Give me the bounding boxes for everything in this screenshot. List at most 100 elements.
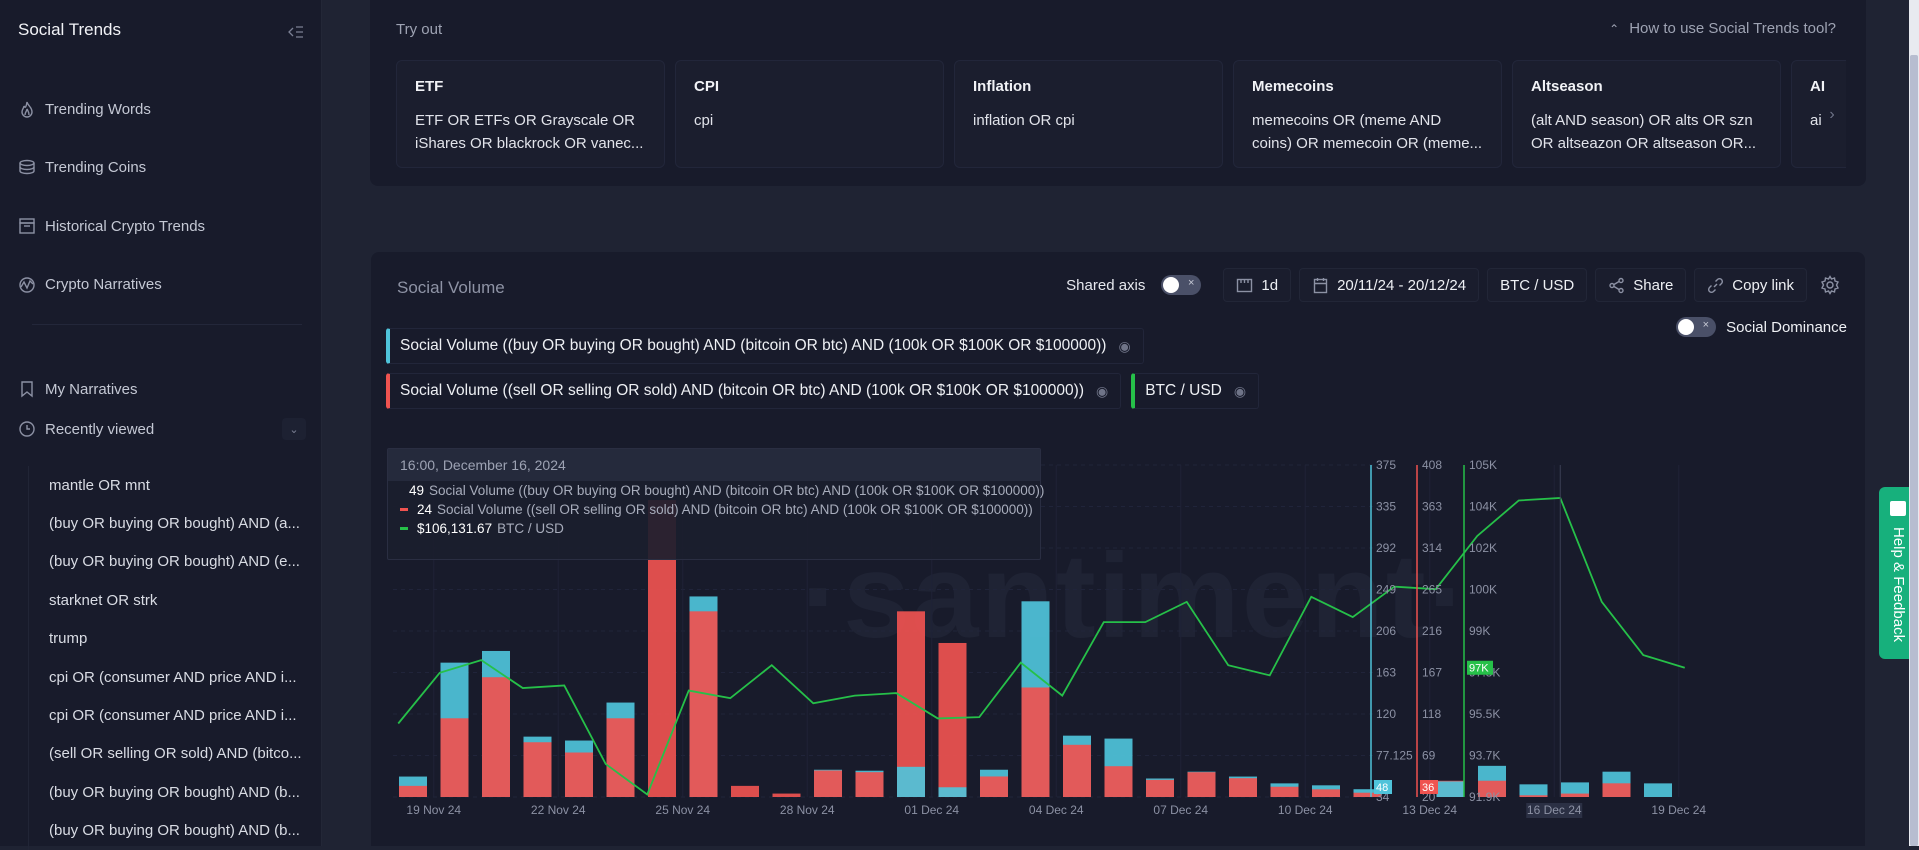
chevron-down-icon[interactable]: ⌄ <box>282 418 306 440</box>
y-tick-label: 105K <box>1469 458 1497 472</box>
bar-sell-volume <box>773 794 801 797</box>
bar-sell-volume <box>399 786 427 797</box>
x-tick-label: 16 Dec 24 <box>1527 803 1582 817</box>
card-title: Altseason <box>1531 78 1762 95</box>
y-tick-label: 314 <box>1422 541 1442 555</box>
tooltip-value: 49 <box>409 483 424 498</box>
y-tick-label: 375 <box>1376 458 1396 472</box>
bar-buy-volume <box>1520 784 1548 797</box>
card-query: ETF OR ETFs OR Grayscale OR iShares OR b… <box>415 109 646 155</box>
card-title: CPI <box>694 78 925 95</box>
y-tick-label: 292 <box>1376 541 1396 555</box>
bar-sell-volume <box>939 643 967 797</box>
try-out-cards: ETFETF OR ETFs OR Grayscale OR iShares O… <box>396 60 1846 168</box>
try-out-card[interactable]: ETFETF OR ETFs OR Grayscale OR iShares O… <box>396 60 665 168</box>
sidebar-nav: Trending Words Trending Coins Historical… <box>18 80 205 314</box>
y-tick-label: 206 <box>1376 624 1396 638</box>
how-to-use-toggle[interactable]: ⌃ How to use Social Trends tool? <box>1609 20 1836 37</box>
bar-sell-volume <box>1188 772 1216 797</box>
sidebar-item-label: Trending Words <box>45 101 151 118</box>
try-out-section: Try out ⌃ How to use Social Trends tool?… <box>370 0 1866 186</box>
tooltip-row: 24Social Volume ((sell OR selling OR sol… <box>388 500 1040 519</box>
y-tick-label: 363 <box>1422 500 1442 514</box>
x-tick-label: 28 Nov 24 <box>780 803 835 817</box>
bar-sell-volume <box>980 776 1008 797</box>
try-out-card[interactable]: Altseason(alt AND season) OR alts OR szn… <box>1512 60 1781 168</box>
recent-item[interactable]: cpi OR (consumer AND price AND i... <box>29 658 306 696</box>
current-value-badge-text: 97K <box>1469 663 1489 675</box>
recent-item[interactable]: (sell OR selling OR sold) AND (bitco... <box>29 735 306 773</box>
bar-sell-volume <box>524 742 552 797</box>
card-query: inflation OR cpi <box>973 109 1204 132</box>
y-tick-label: 91.9K <box>1469 790 1500 804</box>
recent-item[interactable]: (buy OR buying OR bought) AND (e... <box>29 543 306 581</box>
bar-sell-volume <box>690 611 718 797</box>
coins-stack-icon <box>18 159 36 177</box>
chat-icon <box>1890 501 1906 516</box>
chevron-up-icon: ⌃ <box>1609 22 1619 36</box>
recent-item[interactable]: (buy OR buying OR bought) AND (b... <box>29 812 306 850</box>
bar-sell-volume <box>1520 795 1548 797</box>
tooltip-row: 49Social Volume ((buy OR buying OR bough… <box>388 481 1040 500</box>
tooltip-label: BTC / USD <box>497 521 564 536</box>
sidebar-divider <box>32 324 302 325</box>
sidebar: Social Trends Trending Words Trending Co… <box>0 0 322 846</box>
sidebar-item-crypto-narratives[interactable]: Crypto Narratives <box>18 256 205 315</box>
recent-item[interactable]: starknet OR strk <box>29 581 306 619</box>
sidebar-item-my-narratives[interactable]: My Narratives <box>18 360 138 419</box>
series-color-marker <box>400 527 408 530</box>
bar-sell-volume <box>1022 687 1050 797</box>
y-tick-label: 104K <box>1469 500 1497 514</box>
recent-item[interactable]: trump <box>29 620 306 658</box>
bar-sell-volume <box>1561 794 1589 797</box>
try-out-card[interactable]: CPIcpi <box>675 60 944 168</box>
try-out-title: Try out <box>396 21 442 38</box>
y-tick-label: 120 <box>1376 707 1396 721</box>
x-tick-label: 07 Dec 24 <box>1153 803 1208 817</box>
y-tick-label: 99K <box>1469 624 1490 638</box>
try-out-card[interactable]: Inflation inflation OR cpi <box>954 60 1223 168</box>
series-color-marker <box>400 508 408 511</box>
sidebar-item-label: Crypto Narratives <box>45 276 162 293</box>
flame-icon <box>18 100 36 118</box>
recently-viewed-header[interactable]: Recently viewed ⌄ <box>18 418 306 440</box>
scrollbar-thumb[interactable] <box>1910 55 1918 846</box>
bar-sell-volume <box>814 770 842 797</box>
y-tick-label: 408 <box>1422 458 1442 472</box>
sidebar-item-label: Trending Coins <box>45 159 146 176</box>
bar-sell-volume <box>1146 780 1174 797</box>
social-volume-panel: Social Volume Shared axis × 1d 20/11/24 … <box>371 252 1865 846</box>
collapse-sidebar-icon[interactable] <box>282 20 310 44</box>
sidebar-item-trending-words[interactable]: Trending Words <box>18 80 205 139</box>
page-scrollbar[interactable] <box>1909 0 1919 846</box>
bar-sell-volume <box>1603 783 1631 797</box>
recent-item[interactable]: (buy OR buying OR bought) AND (b... <box>29 773 306 811</box>
chevron-right-icon[interactable]: › <box>1820 100 1844 130</box>
archive-icon <box>18 217 36 235</box>
bar-sell-volume <box>482 677 510 797</box>
y-tick-label: 93.7K <box>1469 749 1500 763</box>
bar-sell-volume <box>1063 745 1091 797</box>
x-tick-label: 19 Dec 24 <box>1651 803 1706 817</box>
sidebar-item-historical-crypto-trends[interactable]: Historical Crypto Trends <box>18 197 205 256</box>
y-tick-label: 335 <box>1376 500 1396 514</box>
y-tick-label: 77.125 <box>1376 749 1413 763</box>
y-tick-label: 102K <box>1469 541 1497 555</box>
card-query: memecoins OR (meme AND coins) OR memecoi… <box>1252 109 1483 155</box>
card-title: Inflation <box>973 78 1204 95</box>
sidebar-item-trending-coins[interactable]: Trending Coins <box>18 139 205 198</box>
recent-item[interactable]: (buy OR buying OR bought) AND (a... <box>29 504 306 542</box>
current-value-badge-text: 36 <box>1422 782 1434 794</box>
bar-sell-volume <box>565 753 593 797</box>
sidebar-title: Social Trends <box>18 20 121 40</box>
globe-chart-icon <box>18 276 36 294</box>
try-out-card[interactable]: Memecoinsmemecoins OR (meme AND coins) O… <box>1233 60 1502 168</box>
y-tick-label: 265 <box>1422 583 1442 597</box>
x-tick-label: 25 Nov 24 <box>655 803 710 817</box>
recent-item[interactable]: cpi OR (consumer AND price AND i... <box>29 696 306 734</box>
how-to-use-label: How to use Social Trends tool? <box>1629 20 1836 37</box>
recent-item[interactable]: mantle OR mnt <box>29 466 306 504</box>
clock-icon <box>18 420 36 438</box>
x-tick-label: 04 Dec 24 <box>1029 803 1084 817</box>
recently-viewed-label-group: Recently viewed <box>18 420 154 438</box>
